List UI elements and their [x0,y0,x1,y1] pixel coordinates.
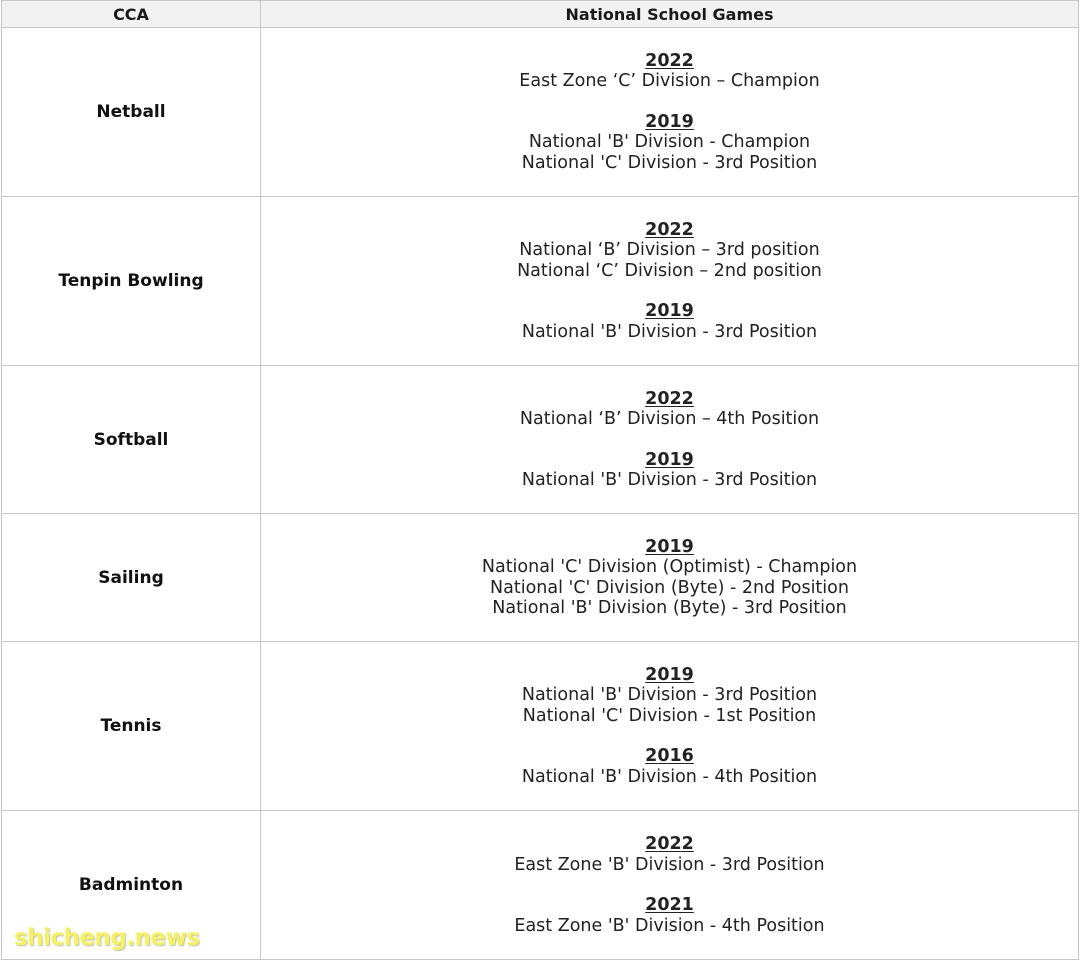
result-year: 2022 [645,50,694,71]
result-year: 2016 [645,746,694,767]
cca-name: Sailing [1,513,261,642]
result-year: 2022 [645,219,694,240]
result-year: 2019 [645,449,694,470]
cca-name: Tenpin Bowling [1,196,261,366]
result-line: National 'B' Division - 3rd Position [521,685,818,706]
header-cca: CCA [1,0,261,28]
header-national-school-games: National School Games [260,0,1079,28]
result-group: 2022 National ‘B’ Division – 3rd positio… [261,220,1078,282]
result-year: 2019 [645,536,694,557]
results-cell: 2022 National ‘B’ Division – 3rd positio… [260,196,1079,366]
watermark: shicheng.news [14,925,200,951]
result-group: 2019 National 'B' Division - 3rd Positio… [261,301,1078,342]
result-group: 2022 East Zone ‘C’ Division – Champion [261,51,1078,92]
result-line: National 'B' Division - 3rd Position [521,321,818,342]
table-row: Softball 2022 National ‘B’ Division – 4t… [1,365,1079,514]
result-line: East Zone ‘C’ Division – Champion [519,71,820,92]
results-cell: 2019 National 'C' Division (Optimist) - … [260,513,1079,642]
result-line: National 'C' Division (Byte) - 2nd Posit… [490,577,849,598]
result-year: 2019 [645,664,694,685]
result-year: 2019 [645,301,694,322]
result-year: 2022 [645,834,694,854]
cca-results-table: CCA National School Games Netball 2022 E… [1,0,1079,960]
result-line: National 'C' Division (Optimist) - Champ… [481,557,858,577]
result-group: 2019 National 'B' Division - 3rd Positio… [261,450,1078,491]
table-row: Tennis 2019 National 'B' Division - 3rd … [1,641,1079,811]
result-group: 2019 National 'B' Division - Champion Na… [261,112,1078,174]
result-line: National 'C' Division - 3rd Position [521,152,818,173]
results-cell: 2022 East Zone ‘C’ Division – Champion 2… [260,27,1079,197]
result-group: 2021 East Zone 'B' Division - 4th Positi… [261,895,1078,936]
result-year: 2019 [645,111,694,132]
result-group: 2019 National 'C' Division (Optimist) - … [261,537,1078,619]
result-group: 2022 East Zone 'B' Division - 3rd Positi… [261,834,1078,875]
result-year: 2022 [645,388,694,409]
result-line: National 'B' Division (Byte) - 3rd Posit… [492,598,847,618]
cca-name: Softball [1,365,261,514]
result-line: National 'B' Division - 3rd Position [521,470,818,490]
result-group: 2022 National ‘B’ Division – 4th Positio… [261,389,1078,430]
table-row: Sailing 2019 National 'C' Division (Opti… [1,513,1079,642]
results-cell: 2019 National 'B' Division - 3rd Positio… [260,641,1079,811]
result-line: National ‘B’ Division – 4th Position [519,409,820,429]
result-line: National 'B' Division - Champion [528,132,811,153]
result-line: National ‘C’ Division – 2nd position [517,260,822,281]
result-line: National 'B' Division - 4th Position [521,766,818,787]
cca-name: Tennis [1,641,261,811]
result-line: National 'C' Division - 1st Position [522,705,817,726]
cca-name: Netball [1,27,261,197]
results-cell: 2022 National ‘B’ Division – 4th Positio… [260,365,1079,514]
table-header-row: CCA National School Games [1,0,1079,28]
result-group: 2016 National 'B' Division - 4th Positio… [261,746,1078,787]
result-group: 2019 National 'B' Division - 3rd Positio… [261,665,1078,727]
result-line: National ‘B’ Division – 3rd position [519,240,820,261]
table-row: Tenpin Bowling 2022 National ‘B’ Divisio… [1,196,1079,366]
table-row: Netball 2022 East Zone ‘C’ Division – Ch… [1,27,1079,197]
result-line: East Zone 'B' Division - 4th Position [514,915,825,936]
result-line: East Zone 'B' Division - 3rd Position [514,854,825,875]
results-cell: 2022 East Zone 'B' Division - 3rd Positi… [260,810,1079,960]
result-year: 2021 [645,895,694,915]
